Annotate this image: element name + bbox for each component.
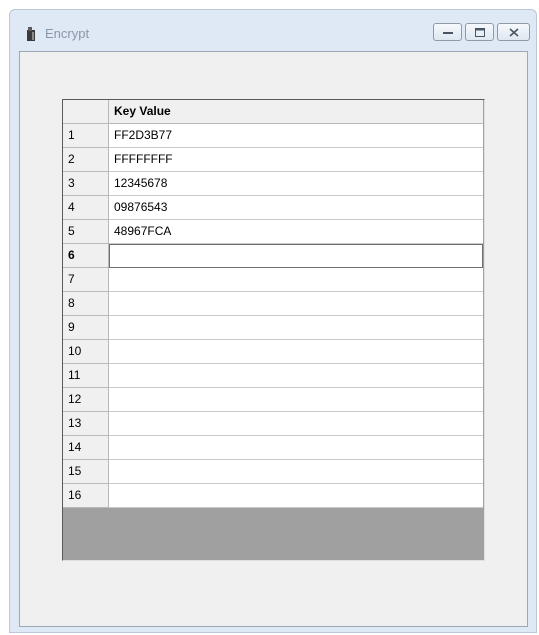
row-header[interactable]: 14 bbox=[63, 436, 109, 460]
table-row[interactable]: 3 12345678 bbox=[63, 172, 483, 196]
minimize-icon bbox=[442, 32, 453, 34]
close-icon bbox=[508, 27, 519, 37]
table-row[interactable]: 5 48967FCA bbox=[63, 220, 483, 244]
corner-header-cell[interactable] bbox=[63, 100, 109, 124]
grid-header-row: Key Value bbox=[63, 100, 483, 124]
key-value-cell-active[interactable] bbox=[109, 244, 483, 268]
table-row[interactable]: 14 bbox=[63, 436, 483, 460]
row-header[interactable]: 4 bbox=[63, 196, 109, 220]
key-value-cell[interactable] bbox=[109, 412, 483, 436]
table-row[interactable]: 7 bbox=[63, 268, 483, 292]
maximize-icon bbox=[474, 27, 485, 37]
key-value-cell[interactable] bbox=[109, 292, 483, 316]
row-header[interactable]: 15 bbox=[63, 460, 109, 484]
row-header[interactable]: 6 bbox=[63, 244, 109, 268]
table-row[interactable]: 2 FFFFFFFF bbox=[63, 148, 483, 172]
table-row-current[interactable]: 6 bbox=[63, 244, 483, 268]
maximize-button[interactable] bbox=[465, 23, 494, 41]
key-value-cell[interactable] bbox=[109, 436, 483, 460]
row-header[interactable]: 3 bbox=[63, 172, 109, 196]
caption-buttons bbox=[433, 23, 530, 41]
table-row[interactable]: 16 bbox=[63, 484, 483, 508]
key-value-cell[interactable] bbox=[109, 484, 483, 508]
table-row[interactable]: 4 09876543 bbox=[63, 196, 483, 220]
key-value-cell[interactable]: 48967FCA bbox=[109, 220, 483, 244]
row-header[interactable]: 1 bbox=[63, 124, 109, 148]
row-header[interactable]: 13 bbox=[63, 412, 109, 436]
key-value-cell[interactable] bbox=[109, 388, 483, 412]
row-header[interactable]: 2 bbox=[63, 148, 109, 172]
title-bar[interactable]: Encrypt bbox=[10, 10, 536, 52]
key-value-cell[interactable] bbox=[109, 364, 483, 388]
minimize-button[interactable] bbox=[433, 23, 462, 41]
window-title: Encrypt bbox=[45, 26, 90, 41]
table-row[interactable]: 8 bbox=[63, 292, 483, 316]
row-header[interactable]: 5 bbox=[63, 220, 109, 244]
table-row[interactable]: 10 bbox=[63, 340, 483, 364]
key-value-cell[interactable]: 09876543 bbox=[109, 196, 483, 220]
key-value-grid[interactable]: Key Value 1 FF2D3B77 2 FFFFFFFF 3 123456… bbox=[62, 99, 485, 561]
row-header[interactable]: 16 bbox=[63, 484, 109, 508]
row-header[interactable]: 9 bbox=[63, 316, 109, 340]
encrypt-window: Encrypt Key Value 1 FF2D3B77 2 FFFFFFFF … bbox=[9, 9, 537, 633]
close-button[interactable] bbox=[497, 23, 530, 41]
row-header[interactable]: 8 bbox=[63, 292, 109, 316]
table-row[interactable]: 15 bbox=[63, 460, 483, 484]
table-row[interactable]: 9 bbox=[63, 316, 483, 340]
table-row[interactable]: 1 FF2D3B77 bbox=[63, 124, 483, 148]
table-row[interactable]: 13 bbox=[63, 412, 483, 436]
key-value-cell[interactable] bbox=[109, 460, 483, 484]
client-area: Key Value 1 FF2D3B77 2 FFFFFFFF 3 123456… bbox=[19, 51, 528, 627]
table-row[interactable]: 12 bbox=[63, 388, 483, 412]
key-value-cell[interactable]: FF2D3B77 bbox=[109, 124, 483, 148]
row-header[interactable]: 7 bbox=[63, 268, 109, 292]
key-value-cell[interactable] bbox=[109, 316, 483, 340]
key-value-cell[interactable]: 12345678 bbox=[109, 172, 483, 196]
table-row[interactable]: 11 bbox=[63, 364, 483, 388]
column-header-key-value[interactable]: Key Value bbox=[109, 100, 483, 124]
app-icon bbox=[27, 27, 35, 41]
row-header[interactable]: 10 bbox=[63, 340, 109, 364]
row-header[interactable]: 12 bbox=[63, 388, 109, 412]
key-value-cell[interactable]: FFFFFFFF bbox=[109, 148, 483, 172]
row-header[interactable]: 11 bbox=[63, 364, 109, 388]
key-value-cell[interactable] bbox=[109, 340, 483, 364]
key-value-cell[interactable] bbox=[109, 268, 483, 292]
